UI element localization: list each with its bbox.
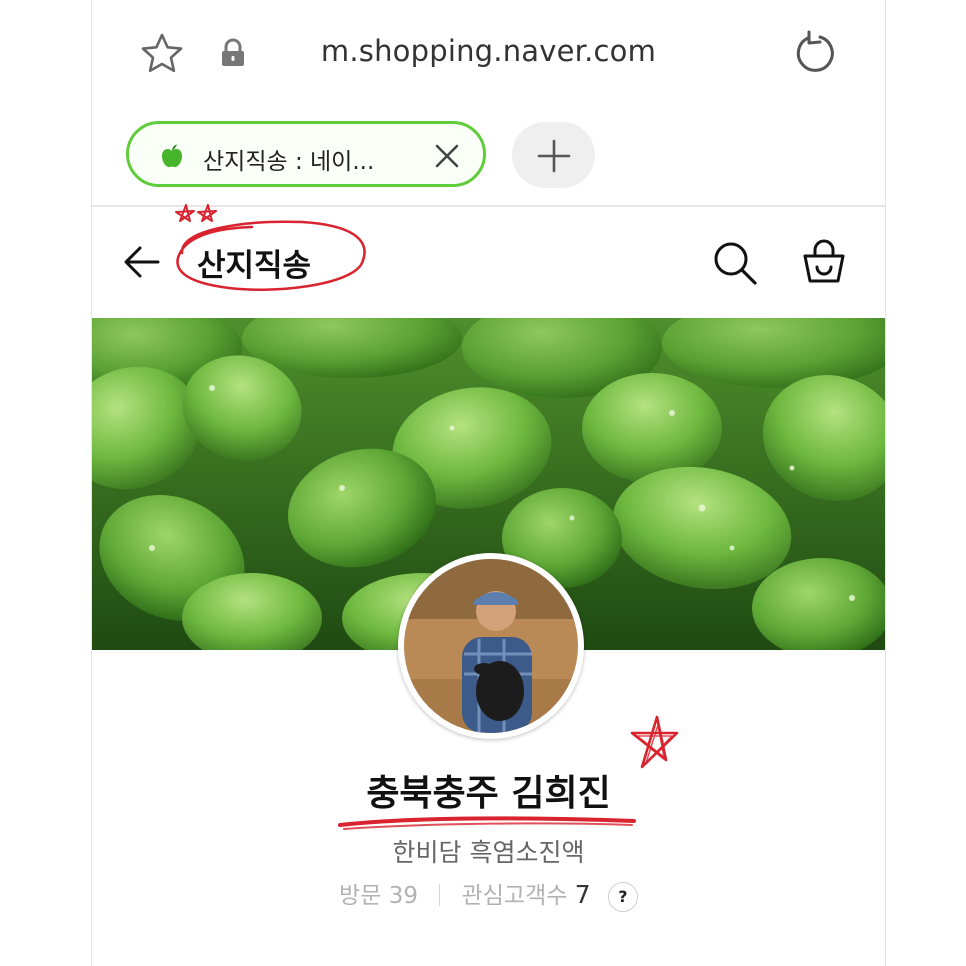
store-description: 한비담 흑염소진액 [392, 838, 585, 867]
followers-count: 7 [574, 880, 591, 909]
arrow-left-icon[interactable] [122, 242, 162, 282]
followers-label: 관심고객수 [461, 883, 568, 909]
page-title: 산지직송 [197, 248, 312, 284]
tab-title: 산지직송 : 네이... [203, 149, 375, 175]
url-text[interactable]: m.shopping.naver.com [92, 34, 885, 68]
visits-count: 39 [388, 883, 418, 909]
shopping-bag-icon[interactable] [800, 238, 848, 286]
store-stats: 방문 39 관심고객수 7 ? [92, 876, 885, 912]
apple-favicon-icon [159, 143, 185, 169]
browser-url-bar: m.shopping.naver.com [92, 0, 885, 108]
phone-screen: m.shopping.naver.com 산지직송 : 네이... 산지직송 충… [91, 0, 886, 966]
visits-label: 방문 [339, 883, 382, 909]
avatar[interactable] [398, 553, 584, 739]
seller-name: 충북충주 김희진 [366, 773, 611, 814]
close-icon[interactable] [434, 143, 460, 169]
new-tab-button[interactable] [512, 122, 595, 188]
browser-tab[interactable]: 산지직송 : 네이... [126, 121, 486, 187]
reload-icon[interactable] [792, 30, 838, 76]
header-divider [92, 205, 885, 207]
help-icon[interactable]: ? [607, 882, 638, 912]
stats-divider [439, 884, 441, 906]
search-icon[interactable] [712, 240, 758, 286]
plus-icon [537, 139, 571, 173]
